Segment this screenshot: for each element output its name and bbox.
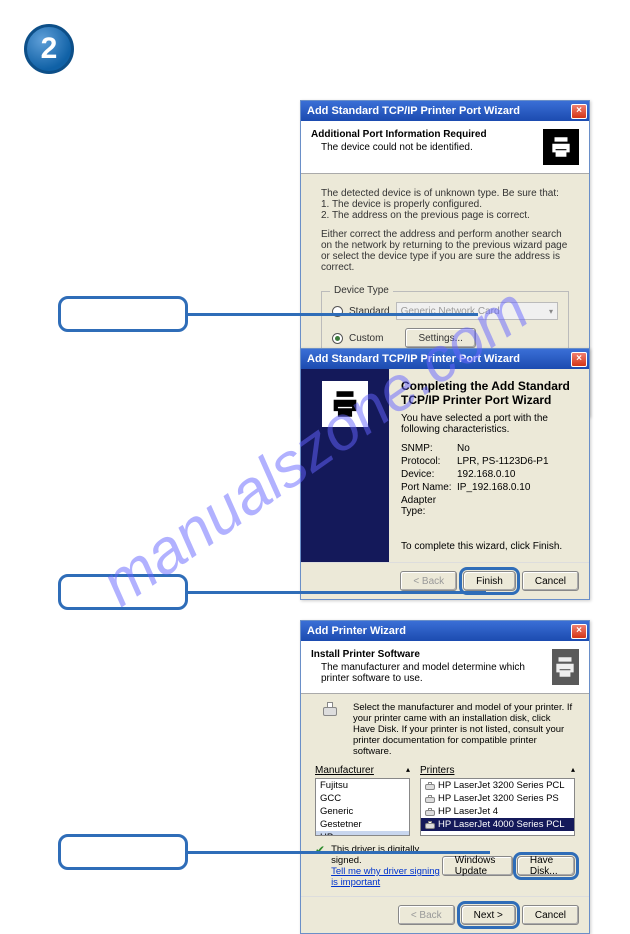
- settings-button[interactable]: Settings...: [405, 328, 475, 348]
- complete-subtitle: You have selected a port with the follow…: [401, 413, 577, 435]
- radio-custom-label: Custom: [349, 333, 383, 344]
- driver-signed-text: This driver is digitally signed.: [331, 844, 442, 866]
- cancel-button[interactable]: Cancel: [522, 571, 579, 591]
- list-item[interactable]: Fujitsu: [316, 779, 409, 792]
- list-item[interactable]: HP LaserJet 3200 Series PS: [421, 792, 574, 805]
- list-item[interactable]: Gestetner: [316, 818, 409, 831]
- printers-label: Printers: [420, 765, 454, 776]
- list-item[interactable]: Generic: [316, 805, 409, 818]
- callout-box: [58, 574, 188, 610]
- windows-update-button[interactable]: Windows Update: [442, 856, 513, 876]
- callout-connector: [188, 851, 490, 854]
- complete-heading: Completing the Add Standard TCP/IP Print…: [401, 379, 577, 407]
- finish-button[interactable]: Finish: [463, 571, 516, 591]
- characteristics-list: SNMP:No Protocol:LPR, PS-1123D6-P1 Devic…: [401, 443, 577, 517]
- device-label: Device:: [401, 469, 457, 480]
- list-item[interactable]: HP: [316, 831, 409, 836]
- tcpip-port-wizard-complete-dialog: Add Standard TCP/IP Printer Port Wizard …: [300, 348, 590, 600]
- adapter-label: Adapter Type:: [401, 495, 457, 517]
- sort-icon[interactable]: ▴: [406, 765, 410, 776]
- close-icon[interactable]: ×: [571, 104, 587, 119]
- instruction-text: Select the manufacturer and model of you…: [353, 702, 575, 757]
- portname-value: IP_192.168.0.10: [457, 482, 530, 493]
- list-item[interactable]: HP LaserJet 4000 Series PCL: [421, 818, 574, 831]
- protocol-value: LPR, PS-1123D6-P1: [457, 456, 549, 467]
- portname-label: Port Name:: [401, 482, 457, 493]
- manufacturer-listbox[interactable]: Fujitsu GCC Generic Gestetner HP: [315, 778, 410, 836]
- body-intro: The detected device is of unknown type. …: [321, 188, 569, 199]
- wizard-content: Completing the Add Standard TCP/IP Print…: [389, 369, 589, 562]
- body-item-1: 1. The device is properly configured.: [321, 199, 569, 210]
- cancel-button[interactable]: Cancel: [522, 905, 579, 925]
- header-subtitle: The manufacturer and model determine whi…: [321, 662, 552, 684]
- body-paragraph: Either correct the address and perform a…: [321, 229, 569, 273]
- instruction-note: Select the manufacturer and model of you…: [301, 694, 589, 765]
- manufacturer-label: Manufacturer: [315, 765, 374, 776]
- body-item-2: 2. The address on the previous page is c…: [321, 210, 569, 221]
- sort-icon[interactable]: ▴: [571, 765, 575, 776]
- list-item[interactable]: HP LaserJet 3200 Series PCL: [421, 779, 574, 792]
- add-printer-wizard-dialog: Add Printer Wizard × Install Printer Sof…: [300, 620, 590, 934]
- callout-connector: [188, 313, 478, 316]
- snmp-value: No: [457, 443, 470, 454]
- button-row: < Back Next > Cancel: [301, 896, 589, 933]
- header-subtitle: The device could not be identified.: [321, 142, 487, 153]
- snmp-label: SNMP:: [401, 443, 457, 454]
- printers-listbox[interactable]: HP LaserJet 3200 Series PCL HP LaserJet …: [420, 778, 575, 836]
- next-button[interactable]: Next >: [461, 905, 516, 925]
- callout-connector: [188, 591, 486, 594]
- titlebar: Add Printer Wizard ×: [301, 621, 589, 641]
- title-text: Add Standard TCP/IP Printer Port Wizard: [307, 105, 520, 117]
- chevron-down-icon: ▾: [549, 307, 553, 316]
- printer-icon: [552, 649, 579, 685]
- printer-icon: [543, 129, 579, 165]
- back-button[interactable]: < Back: [398, 905, 455, 925]
- checkmark-icon: ✔: [315, 844, 325, 856]
- wizard-side-panel: [301, 369, 389, 562]
- device-value: 192.168.0.10: [457, 469, 515, 480]
- close-icon[interactable]: ×: [571, 352, 587, 367]
- callout-box: [58, 296, 188, 332]
- callout-box: [58, 834, 188, 870]
- radio-custom[interactable]: [332, 333, 343, 344]
- header-title: Additional Port Information Required: [311, 129, 487, 140]
- finish-message: To complete this wizard, click Finish.: [401, 541, 577, 552]
- title-text: Add Printer Wizard: [307, 625, 406, 637]
- list-item[interactable]: HP LaserJet 4: [421, 805, 574, 818]
- printer-icon: [315, 702, 345, 716]
- back-button[interactable]: < Back: [400, 571, 457, 591]
- title-text: Add Standard TCP/IP Printer Port Wizard: [307, 353, 520, 365]
- header-title: Install Printer Software: [311, 649, 552, 660]
- driver-signing-link[interactable]: Tell me why driver signing is important: [331, 866, 442, 888]
- have-disk-button[interactable]: Have Disk...: [517, 856, 575, 876]
- wizard-header: Install Printer Software The manufacture…: [301, 641, 589, 694]
- device-type-legend: Device Type: [330, 285, 393, 296]
- titlebar: Add Standard TCP/IP Printer Port Wizard …: [301, 101, 589, 121]
- standard-select[interactable]: Generic Network Card ▾: [396, 302, 558, 320]
- wizard-header: Additional Port Information Required The…: [301, 121, 589, 174]
- list-item[interactable]: GCC: [316, 792, 409, 805]
- titlebar: Add Standard TCP/IP Printer Port Wizard …: [301, 349, 589, 369]
- printer-icon: [322, 381, 368, 427]
- protocol-label: Protocol:: [401, 456, 457, 467]
- close-icon[interactable]: ×: [571, 624, 587, 639]
- step-number-badge: 2: [24, 24, 74, 74]
